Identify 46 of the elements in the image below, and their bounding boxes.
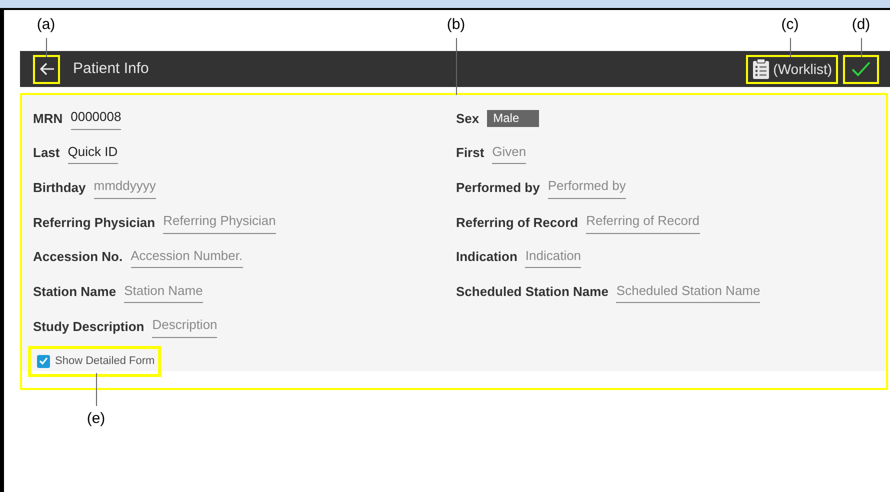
input-field[interactable]: Quick ID [68,142,118,164]
field-label: Sex [456,110,480,128]
input-field[interactable]: Indication [525,246,582,268]
sex-dropdown[interactable]: Male [487,110,540,127]
checkbox[interactable] [37,354,50,368]
leader-line [96,373,97,406]
input-field[interactable]: Scheduled Station Name [616,280,760,304]
input-field[interactable]: Description [152,315,218,338]
input-field[interactable]: Referring Physician [163,211,276,234]
clipboard-list-icon [752,58,770,80]
screen-title: Patient Info [73,58,149,79]
field-label: Indication [456,248,518,266]
field-label: Referring of Record [456,214,578,232]
checkmark-icon [39,357,48,366]
field-label: Scheduled Station Name [456,283,608,302]
field-label: Performed by [456,178,540,197]
checkmark-icon [851,61,871,77]
leader-line [861,38,862,57]
field-label: MRN [33,110,63,128]
input-field[interactable]: Performed by [548,176,626,199]
leader-line [456,38,457,95]
leader-line [46,38,47,57]
input-field[interactable]: Given [492,142,526,164]
field-label: First [456,144,484,162]
callout-label: (c) [781,15,799,35]
callout-label: (d) [852,15,870,35]
checkbox-label[interactable]: Show Detailed Form [55,353,155,370]
leader-line [790,38,791,57]
back-arrow-icon [38,62,54,76]
input-field[interactable]: Accession Number. [130,246,243,268]
worklist-button[interactable]: (Worklist) [746,54,838,84]
field-label: Accession No. [33,248,123,266]
confirm-button[interactable] [843,54,879,84]
back-button[interactable] [33,54,60,84]
field-label: Last [33,144,60,162]
field-label: Station Name [33,283,116,302]
input-field[interactable]: mmddyyyy [94,176,156,199]
callout-label: (b) [446,15,466,35]
callout-label: (a) [36,15,56,35]
input-field[interactable]: Referring of Record [586,211,700,234]
field-label: Referring Physician [33,214,156,232]
input-field[interactable]: 0000008 [70,107,122,130]
field-label: Study Description [33,318,144,336]
callout-label: (e) [86,409,106,429]
input-field[interactable]: Station Name [124,280,203,304]
field-label: Birthday [33,178,86,197]
